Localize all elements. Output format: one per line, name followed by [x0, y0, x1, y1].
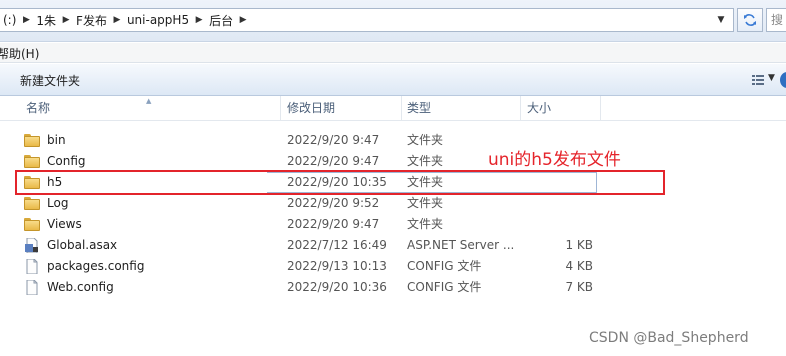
asax-file-icon	[25, 238, 38, 253]
annotation-highlight-box	[15, 170, 665, 195]
file-name: Views	[47, 217, 82, 231]
new-folder-button[interactable]: 新建文件夹	[20, 72, 80, 89]
file-name: Web.config	[47, 280, 114, 294]
file-modified: 2022/7/12 16:49	[287, 238, 387, 252]
address-row: (:) ▶ 1朱 ▶ F发布 ▶ uni-appH5 ▶ 后台 ▶ ▼ 搜	[0, 0, 786, 42]
address-bar[interactable]: (:) ▶ 1朱 ▶ F发布 ▶ uni-appH5 ▶ 后台 ▶ ▼	[0, 8, 734, 32]
column-header-type[interactable]: 类型	[401, 96, 431, 121]
file-size: 1 KB	[565, 238, 593, 252]
file-size: 4 KB	[565, 259, 593, 273]
breadcrumb-drive[interactable]: (:)	[0, 9, 19, 31]
explorer-window: (:) ▶ 1朱 ▶ F发布 ▶ uni-appH5 ▶ 后台 ▶ ▼ 搜 帮助…	[0, 0, 786, 356]
column-divider[interactable]	[600, 96, 601, 121]
annotation-text: uni的h5发布文件	[488, 150, 621, 170]
file-modified: 2022/9/20 9:52	[287, 196, 380, 210]
breadcrumb-folder-1[interactable]: 1朱	[33, 9, 59, 31]
file-name: Global.asax	[47, 238, 118, 252]
file-modified: 2022/9/20 9:47	[287, 133, 380, 147]
file-modified: 2022/9/20 10:36	[287, 280, 387, 294]
breadcrumb-folder-4[interactable]: 后台	[206, 9, 236, 31]
file-modified: 2022/9/20 9:47	[287, 154, 380, 168]
breadcrumb-folder-2[interactable]: F发布	[73, 9, 110, 31]
breadcrumb-chevron-icon[interactable]: ▶	[192, 15, 206, 25]
file-type: CONFIG 文件	[407, 259, 482, 273]
refresh-icon	[744, 14, 756, 26]
address-dropdown-icon[interactable]: ▼	[710, 9, 732, 31]
file-row[interactable]: packages.config 2022/9/13 10:13 CONFIG 文…	[17, 256, 657, 277]
menu-bar: 帮助(H)	[0, 43, 786, 63]
sort-ascending-icon: ▲	[146, 97, 152, 105]
menu-help[interactable]: 帮助(H)	[0, 45, 39, 62]
breadcrumb-chevron-icon[interactable]: ▶	[110, 15, 124, 25]
column-header-modified[interactable]: 修改日期	[281, 96, 335, 121]
file-type: 文件夹	[407, 217, 444, 231]
file-type: CONFIG 文件	[407, 280, 482, 294]
view-options-icon[interactable]	[752, 74, 764, 86]
config-file-icon	[26, 259, 38, 274]
folder-icon	[24, 154, 40, 169]
list-header: 名称 修改日期 类型 大小	[0, 96, 786, 121]
breadcrumb-folder-3[interactable]: uni-appH5	[124, 9, 192, 31]
file-size: 7 KB	[565, 280, 593, 294]
file-modified: 2022/9/13 10:13	[287, 259, 387, 273]
folder-icon	[24, 217, 40, 232]
file-row[interactable]: Views 2022/9/20 9:47 文件夹	[17, 214, 657, 235]
file-type: 文件夹	[407, 154, 444, 168]
folder-icon	[24, 133, 40, 148]
watermark: CSDN @Bad_Shepherd	[589, 330, 749, 346]
file-name: packages.config	[47, 259, 145, 273]
file-type: 文件夹	[407, 196, 444, 210]
file-modified: 2022/9/20 9:47	[287, 217, 380, 231]
column-header-size[interactable]: 大小	[521, 96, 551, 121]
file-name: bin	[47, 133, 66, 147]
file-row[interactable]: Global.asax 2022/7/12 16:49 ASP.NET Serv…	[17, 235, 657, 256]
help-icon[interactable]	[780, 72, 786, 88]
search-input[interactable]: 搜	[766, 8, 786, 32]
file-type: 文件夹	[407, 133, 444, 147]
config-file-icon	[26, 280, 38, 295]
file-name: Config	[47, 154, 86, 168]
breadcrumb-chevron-icon[interactable]: ▶	[19, 15, 33, 25]
breadcrumb-chevron-icon[interactable]: ▶	[59, 15, 73, 25]
breadcrumb-chevron-icon[interactable]: ▶	[236, 15, 250, 25]
file-row[interactable]: Log 2022/9/20 9:52 文件夹	[17, 193, 657, 214]
file-row[interactable]: Web.config 2022/9/20 10:36 CONFIG 文件 7 K…	[17, 277, 657, 298]
refresh-button[interactable]	[737, 8, 763, 32]
view-dropdown-icon[interactable]: ▼	[768, 73, 775, 83]
folder-icon	[24, 196, 40, 211]
column-header-name[interactable]: 名称	[20, 96, 50, 121]
file-name: Log	[47, 196, 69, 210]
command-bar: 新建文件夹 ▼	[0, 64, 786, 96]
